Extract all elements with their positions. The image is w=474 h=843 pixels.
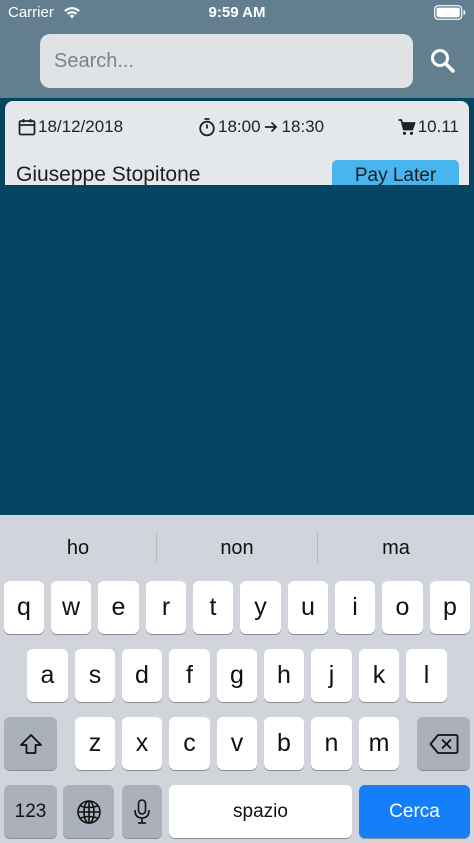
order-total-value: 10.11 [417, 117, 459, 136]
key-m[interactable]: m [359, 717, 399, 770]
customer-name: Giuseppe Stopitone [16, 163, 201, 185]
microphone-icon [134, 799, 150, 825]
key-l[interactable]: l [406, 649, 447, 702]
search-icon [431, 49, 455, 73]
microphone-key[interactable] [122, 785, 162, 838]
key-w[interactable]: w [51, 581, 91, 634]
search-box [40, 34, 413, 88]
keyboard: ho non ma q w e r t y u i o p a s d f g … [0, 515, 474, 843]
globe-icon [76, 800, 101, 825]
key-z[interactable]: z [75, 717, 115, 770]
key-k[interactable]: k [359, 649, 399, 702]
calendar-icon [18, 119, 36, 136]
key-f[interactable]: f [169, 649, 210, 702]
key-v[interactable]: v [217, 717, 257, 770]
order-total: 10.11 [397, 117, 459, 137]
app-header: Carrier 9:59 AM [0, 0, 474, 98]
key-c[interactable]: c [169, 717, 210, 770]
backspace-key[interactable] [417, 717, 470, 770]
key-b[interactable]: b [264, 717, 304, 770]
key-p[interactable]: p [430, 581, 470, 634]
key-a[interactable]: a [27, 649, 68, 702]
order-time: 18:00 18:30 [197, 117, 324, 137]
shift-icon [19, 734, 42, 755]
status-bar: Carrier 9:59 AM [0, 0, 474, 26]
order-card[interactable]: 18/12/2018 18:00 18:30 10.11 Giuseppe St… [5, 101, 469, 185]
key-i[interactable]: i [335, 581, 375, 634]
key-h[interactable]: h [264, 649, 304, 702]
suggestion-2[interactable]: non [157, 515, 317, 577]
key-o[interactable]: o [382, 581, 423, 634]
key-j[interactable]: j [311, 649, 352, 702]
order-time-start: 18:00 [218, 117, 261, 136]
suggestion-bar: ho non ma [0, 515, 474, 577]
order-meta: 18/12/2018 18:00 18:30 10.11 [5, 117, 469, 141]
search-button[interactable] [428, 46, 458, 76]
key-d[interactable]: d [122, 649, 162, 702]
key-e[interactable]: e [98, 581, 139, 634]
search-go-key[interactable]: Cerca [359, 785, 470, 838]
key-u[interactable]: u [288, 581, 328, 634]
arrow-right-icon [263, 119, 280, 135]
pay-later-button[interactable]: Pay Later [332, 160, 459, 185]
key-g[interactable]: g [217, 649, 257, 702]
space-key[interactable]: spazio [169, 785, 352, 838]
key-r[interactable]: r [146, 581, 186, 634]
clock: 9:59 AM [208, 4, 266, 21]
order-time-end: 18:30 [281, 117, 325, 136]
stopwatch-icon [199, 118, 215, 137]
cart-icon [398, 119, 416, 135]
key-y[interactable]: y [240, 581, 281, 634]
numbers-key[interactable]: 123 [4, 785, 57, 838]
search-input[interactable] [40, 34, 413, 88]
key-n[interactable]: n [311, 717, 352, 770]
order-date-value: 18/12/2018 [38, 117, 124, 136]
key-q[interactable]: q [4, 581, 44, 634]
suggestion-3[interactable]: ma [318, 515, 474, 577]
key-x[interactable]: x [122, 717, 162, 770]
globe-key[interactable] [63, 785, 114, 838]
backspace-icon [429, 734, 458, 755]
battery-icon [434, 5, 466, 20]
order-date: 18/12/2018 [17, 117, 123, 137]
shift-key[interactable] [4, 717, 57, 770]
key-t[interactable]: t [193, 581, 233, 634]
key-s[interactable]: s [75, 649, 115, 702]
suggestion-1[interactable]: ho [0, 515, 156, 577]
